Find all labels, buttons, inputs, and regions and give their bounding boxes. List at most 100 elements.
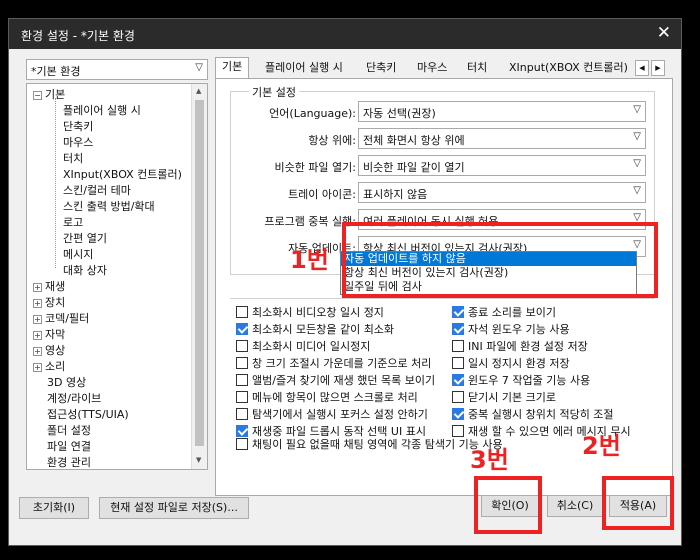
checkbox-option[interactable]: 닫기시 기본 크기로: [452, 390, 556, 406]
annotation-box-3: [474, 476, 542, 534]
expand-icon[interactable]: +: [33, 315, 42, 324]
checkbox-checked-icon[interactable]: [452, 408, 464, 420]
checkbox-option[interactable]: 탐색기에서 실행시 포커스 설정 안하기: [236, 407, 428, 423]
tree-item[interactable]: XInput(XBOX 컨트롤러): [63, 167, 182, 183]
checkbox-box[interactable]: [236, 306, 248, 318]
checkbox-option[interactable]: INI 파일에 환경 설정 저장: [452, 339, 588, 355]
save-current-button[interactable]: 현재 설정 파일로 저장(S)...: [99, 497, 249, 519]
scroll-up-icon[interactable]: ▲: [196, 87, 201, 95]
checkbox-option[interactable]: 중복 실행시 창위치 적당히 조절: [452, 407, 614, 423]
collapse-icon[interactable]: −: [33, 91, 42, 100]
tree-item[interactable]: 로고: [63, 215, 83, 231]
checkbox-option[interactable]: 창 크기 조절시 가운데를 기준으로 처리: [236, 356, 431, 372]
tree-item[interactable]: 계정/라이브: [47, 391, 101, 407]
checkbox-box[interactable]: [236, 374, 248, 386]
expand-icon[interactable]: +: [33, 283, 42, 292]
chevron-down-icon: ▽: [633, 158, 641, 169]
checkbox-box[interactable]: [452, 340, 464, 352]
tree-item[interactable]: 간편 열기: [63, 231, 107, 247]
tree-item[interactable]: 메시지: [63, 247, 93, 263]
checkbox-box[interactable]: [236, 391, 248, 403]
checkbox-label: 메뉴에 항목이 많으면 스크롤로 처리: [252, 391, 418, 404]
tree-item[interactable]: + 재생: [33, 279, 65, 295]
checkbox-box[interactable]: [236, 357, 248, 369]
tree-item-label: 코덱/필터: [45, 312, 90, 325]
tree-item[interactable]: 단축키: [63, 119, 93, 135]
tree-scrollbar[interactable]: ▲ ▼: [191, 84, 207, 469]
checkbox-option[interactable]: 윈도우 7 작업줄 기능 사용: [452, 373, 590, 389]
tree-item-label: 단축키: [63, 120, 94, 133]
expand-icon[interactable]: +: [33, 331, 42, 340]
preset-select[interactable]: *기본 환경 ▽: [26, 59, 208, 80]
expand-icon[interactable]: +: [33, 347, 42, 356]
checkbox-checked-icon[interactable]: [452, 323, 464, 335]
checkbox-checked-icon[interactable]: [236, 425, 248, 437]
checkbox-option[interactable]: 일시 정지시 환경 저장: [452, 356, 570, 372]
checkbox-option[interactable]: 최소화시 비디오창 일시 정지: [236, 305, 384, 321]
tree-item[interactable]: + 자막: [33, 327, 65, 343]
setting-label: 트레이 아이콘:: [288, 188, 356, 201]
tree-item[interactable]: 환경 관리: [47, 455, 91, 469]
checkbox-box[interactable]: [236, 438, 248, 450]
checkbox-option[interactable]: 최소화시 모든창을 같이 최소화: [236, 322, 394, 338]
tree-item[interactable]: 마우스: [63, 135, 93, 151]
setting-select[interactable]: 전체 화면시 항상 위에 ▽: [358, 128, 646, 149]
tree-item[interactable]: 파일 연결: [47, 439, 91, 455]
tab-mouse[interactable]: 마우스: [411, 59, 453, 79]
checkbox-box[interactable]: [452, 357, 464, 369]
chevron-down-icon: ▽: [633, 131, 641, 142]
tree-item[interactable]: 터치: [63, 151, 83, 167]
annotation-label-1: 1번: [290, 246, 329, 274]
tree-item[interactable]: 대화 상자: [63, 263, 107, 279]
setting-select[interactable]: 비슷한 파일 같이 열기 ▽: [358, 155, 646, 176]
setting-select[interactable]: 자동 선택(권장) ▽: [358, 101, 646, 122]
checkbox-chat-explorer[interactable]: 채팅이 필요 없을때 채팅 영역에 각종 탐색기 기능 사용: [236, 437, 503, 453]
tree-item[interactable]: 폴더 설정: [47, 423, 91, 439]
checkbox-option[interactable]: 최소화시 미디어 일시정지: [236, 339, 370, 355]
tab-xinput[interactable]: XInput(XBOX 컨트롤러): [503, 59, 634, 79]
checkbox-option[interactable]: 자석 윈도우 기능 사용: [452, 322, 570, 338]
tree-item[interactable]: 스킨 출력 방법/확대: [63, 199, 155, 215]
expand-icon[interactable]: +: [33, 299, 42, 308]
tab-basic[interactable]: 기본: [215, 57, 250, 80]
tree-item[interactable]: 3D 영상: [47, 375, 86, 391]
checkbox-checked-icon[interactable]: [236, 323, 248, 335]
checkbox-box[interactable]: [452, 391, 464, 403]
expand-icon[interactable]: +: [33, 363, 42, 372]
tab-prev-icon[interactable]: ◀: [635, 60, 649, 76]
tab-next-icon[interactable]: ▶: [651, 60, 665, 76]
tree-item-label: 계정/라이브: [47, 392, 102, 405]
close-icon[interactable]: ✕: [657, 23, 671, 43]
checkbox-box[interactable]: [452, 425, 464, 437]
tree-item-label: 간편 열기: [63, 232, 107, 245]
tree-item[interactable]: + 장치: [33, 295, 65, 311]
tab-touch[interactable]: 터치: [461, 59, 493, 79]
settings-tree: − 기본 플레이어 실행 시 단축키마우스 터치 XInput(XBOX 컨트롤러) 스킨/…: [26, 83, 208, 470]
tree-item[interactable]: 플레이어 실행 시: [63, 103, 141, 119]
scroll-down-icon[interactable]: ▼: [196, 456, 201, 464]
checkbox-checked-icon[interactable]: [452, 306, 464, 318]
checkbox-label: 윈도우 7 작업줄 기능 사용: [468, 374, 591, 387]
tree-item[interactable]: + 영상: [33, 343, 65, 359]
setting-select[interactable]: 표시하지 않음 ▽: [358, 182, 646, 203]
tab-shortcuts[interactable]: 단축키: [360, 59, 402, 79]
tree-item[interactable]: 접근성(TTS/UIA): [47, 407, 129, 423]
reset-button[interactable]: 초기화(I): [19, 497, 89, 519]
tree-item[interactable]: − 기본: [33, 87, 65, 103]
checkbox-box[interactable]: [236, 408, 248, 420]
tab-player-launch[interactable]: 플레이어 실행 시: [259, 59, 349, 79]
checkbox-option[interactable]: 메뉴에 항목이 많으면 스크롤로 처리: [236, 390, 418, 406]
tree-item[interactable]: + 코덱/필터: [33, 311, 89, 327]
cancel-button[interactable]: 취소(C): [547, 495, 603, 517]
tree-item-label: 메시지: [63, 248, 94, 261]
checkbox-option[interactable]: 종료 소리를 보이기: [452, 305, 556, 321]
tree-item[interactable]: 스킨/컬러 테마: [63, 183, 131, 199]
checkbox-checked-icon[interactable]: [452, 374, 464, 386]
tree-item-label: 재생: [45, 280, 66, 293]
checkbox-box[interactable]: [236, 340, 248, 352]
checkbox-option[interactable]: 앨범/즐겨 찾기에 재생 했던 목록 보이기: [236, 373, 435, 389]
checkbox-label: 최소화시 비디오창 일시 정지: [252, 306, 384, 319]
scroll-thumb[interactable]: [195, 100, 204, 446]
tree-item[interactable]: + 소리: [33, 359, 65, 375]
annotation-box-1: [342, 222, 658, 298]
